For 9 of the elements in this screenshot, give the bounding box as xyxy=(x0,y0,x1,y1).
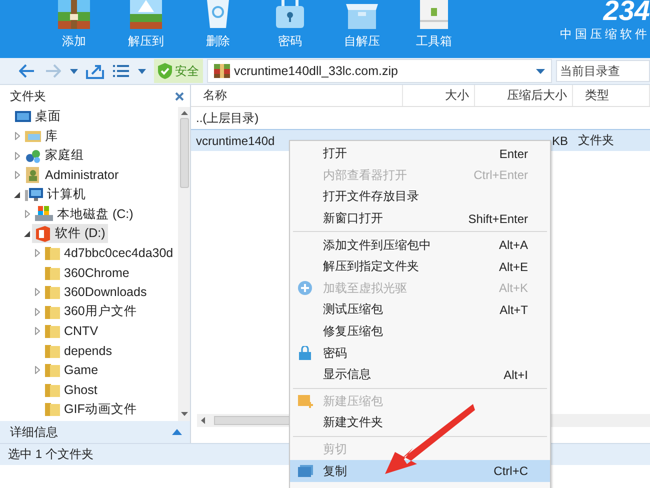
slogan: 中国压缩软件 xyxy=(560,26,650,43)
table-cell: ..(上层目录) xyxy=(196,110,259,127)
table-cell: 文件夹 xyxy=(578,132,614,149)
security-badge: 安全 xyxy=(154,59,203,83)
status-text: 选中 1 个文件夹 xyxy=(8,446,94,463)
logo: 234 xyxy=(603,0,650,26)
table-cell: KB xyxy=(552,134,568,148)
table-cell: vcruntime140d xyxy=(196,134,275,148)
pane-title: 文件夹 xyxy=(10,88,46,104)
